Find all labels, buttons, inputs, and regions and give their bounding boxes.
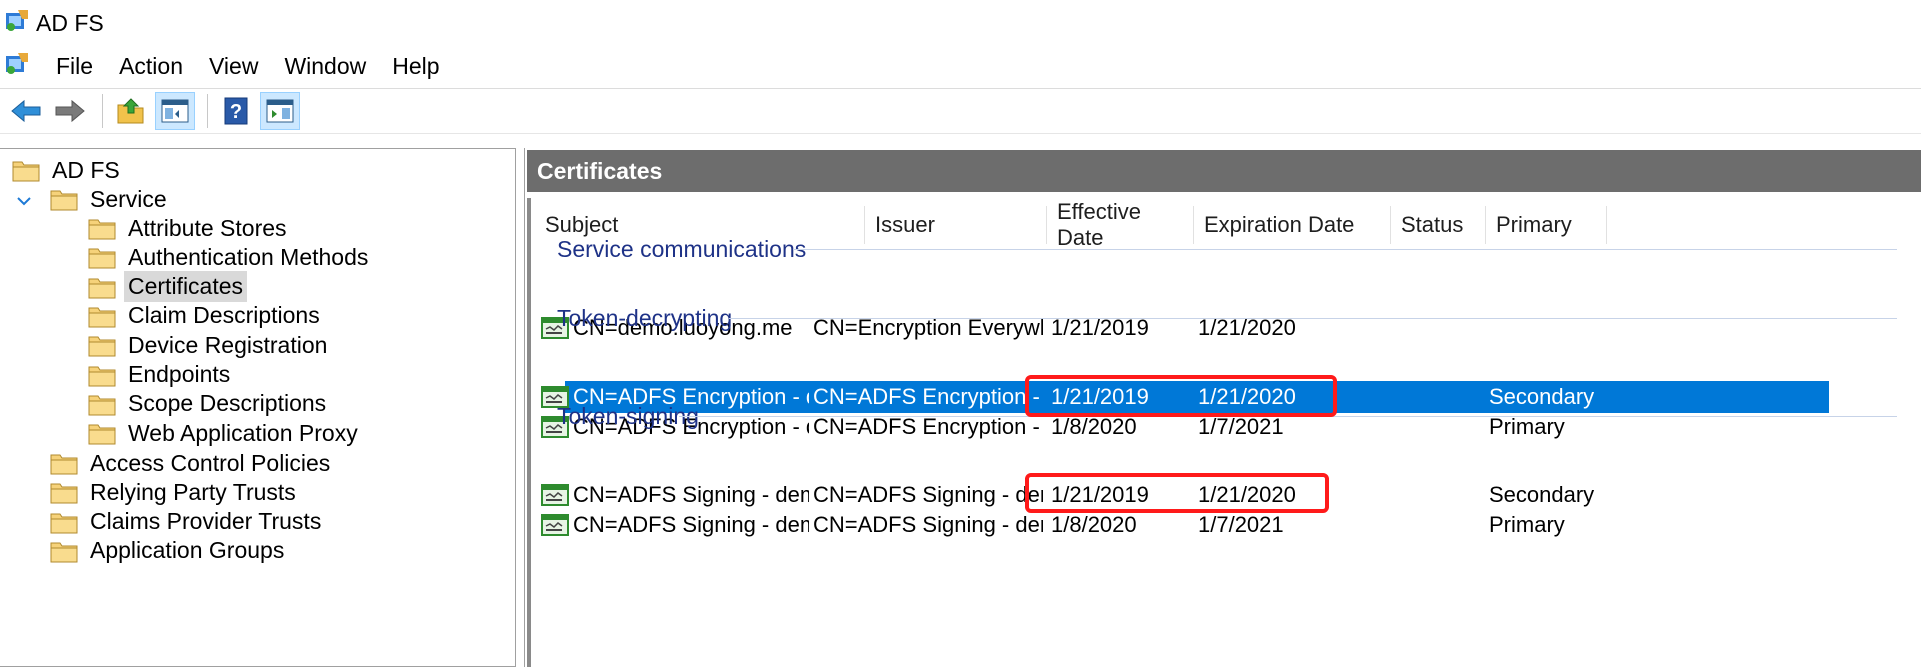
tree-item-web-application-proxy[interactable]: Web Application Proxy [88, 416, 362, 450]
column-header-primary[interactable]: Primary [1486, 206, 1607, 244]
up-one-level-button[interactable] [111, 92, 151, 130]
group-header-token-decrypting: Token-decrypting [557, 301, 1897, 335]
folder-icon [50, 187, 78, 211]
folder-icon [50, 539, 78, 563]
certificate-icon [541, 513, 569, 537]
column-header-status[interactable]: Status [1391, 206, 1486, 244]
cell-effective: 1/21/2019 [1051, 315, 1149, 340]
folder-icon [88, 392, 116, 416]
cell-issuer: CN=Encryption Everywher... [813, 315, 1043, 340]
annotation-highlight-box [1025, 375, 1337, 417]
column-header-issuer[interactable]: Issuer [865, 206, 1047, 244]
tree-item-label: Access Control Policies [90, 449, 331, 476]
cell-subject: CN=ADFS Signing - demo.l... [573, 482, 809, 507]
cell-primary: Secondary [1489, 482, 1595, 507]
certificate-icon [541, 483, 569, 507]
show-hide-console-tree-button[interactable] [155, 92, 195, 130]
tree-item-label: Application Groups [90, 537, 285, 564]
tree-item-label: Authentication Methods [128, 243, 369, 270]
menu-help[interactable]: Help [392, 53, 439, 80]
folder-icon [50, 510, 78, 534]
column-header-effective-date[interactable]: Effective Date [1047, 199, 1194, 250]
tree-item-label: Attribute Stores [128, 214, 287, 241]
show-hide-console-tree-icon [161, 99, 189, 123]
tree-item-label: Certificates [124, 271, 248, 303]
cell-expiration: 1/7/2021 [1198, 512, 1284, 537]
group-header-token-signing: Token-signing [557, 399, 1897, 433]
cell-effective: 1/8/2020 [1051, 512, 1137, 537]
forward-arrow-icon [55, 99, 85, 123]
group-divider [793, 249, 1897, 250]
tree-item-label: Service [90, 185, 167, 212]
cell-subject: CN=ADFS Signing - demo.l... [573, 512, 809, 537]
cell-issuer: CN=ADFS Signing - demo... [813, 512, 1043, 537]
toolbar-separator [102, 94, 103, 128]
group-label: Token-decrypting [557, 304, 733, 331]
toolbar-separator [207, 94, 208, 128]
folder-icon [12, 158, 40, 182]
back-arrow-icon [11, 99, 41, 123]
show-hide-action-pane-icon [266, 99, 294, 123]
content-pane: Certificates Subject Issuer Effective Date… [524, 148, 1921, 667]
tree-item-label: Claims Provider Trusts [90, 508, 322, 535]
group-divider [729, 318, 1897, 319]
tree-item-label: Scope Descriptions [128, 390, 327, 417]
tree-item-label: Claim Descriptions [128, 302, 320, 329]
menu-window[interactable]: Window [284, 53, 366, 80]
cell-issuer: CN=ADFS Encryption - de... [813, 384, 1043, 409]
cell-primary: Primary [1489, 512, 1565, 537]
window-title: AD FS [36, 9, 104, 36]
help-icon: ? [224, 97, 248, 125]
tree-item-label: Web Application Proxy [128, 419, 358, 446]
certificate-row[interactable]: CN=demo.luoyong.meCN=Encryption Everywhe… [531, 312, 1921, 344]
certificate-list: Subject Issuer Effective Date Expiration Da… [527, 198, 1921, 667]
forward-button[interactable] [50, 92, 90, 130]
up-folder-icon [117, 98, 144, 124]
folder-icon [50, 451, 78, 475]
folder-icon [88, 304, 116, 328]
group-header-service-communications: Service communications [557, 232, 1897, 266]
chevron-down-icon[interactable] [14, 191, 34, 211]
tree-item-label: Device Registration [128, 331, 328, 358]
cell-primary [1489, 312, 1609, 344]
content-title: Certificates [527, 150, 1921, 192]
column-header-expiration-date[interactable]: Expiration Date [1194, 206, 1391, 244]
cell-issuer: CN=ADFS Signing - demo... [813, 482, 1043, 507]
menu-view[interactable]: View [209, 53, 258, 80]
adfs-app-icon [4, 7, 30, 39]
back-button[interactable] [6, 92, 46, 130]
adfs-menu-icon[interactable] [4, 50, 30, 82]
folder-icon [88, 363, 116, 387]
cell-expiration: 1/21/2020 [1198, 315, 1296, 340]
tree-item-label: AD FS [52, 156, 120, 183]
folder-icon [88, 275, 116, 299]
help-button[interactable]: ? [216, 92, 256, 130]
tree-item-application-groups[interactable]: Application Groups [50, 534, 288, 568]
tree-item-label: Endpoints [128, 361, 231, 387]
show-hide-action-pane-button[interactable] [260, 92, 300, 130]
console-tree: AD FS Service Attribute Stores Authenticati… [0, 148, 516, 667]
title-bar: AD FS [0, 0, 1921, 46]
menu-action[interactable]: Action [119, 53, 183, 80]
folder-icon [88, 216, 116, 240]
folder-icon [50, 480, 78, 504]
tree-item-label: Relying Party Trusts [90, 478, 296, 505]
folder-icon [88, 245, 116, 269]
group-label: Service communications [557, 235, 807, 262]
toolbar: ? [0, 88, 1921, 134]
menu-file[interactable]: File [56, 53, 93, 80]
certificate-row[interactable]: CN=ADFS Signing - demo.l...CN=ADFS Signi… [531, 509, 1921, 541]
annotation-highlight-box [1025, 473, 1329, 513]
svg-text:?: ? [230, 101, 242, 123]
group-label: Token-signing [557, 402, 699, 429]
cell-primary: Secondary [1489, 384, 1595, 409]
folder-icon [88, 421, 116, 445]
folder-icon [88, 333, 116, 357]
menu-bar: File Action View Window Help [0, 46, 1921, 86]
